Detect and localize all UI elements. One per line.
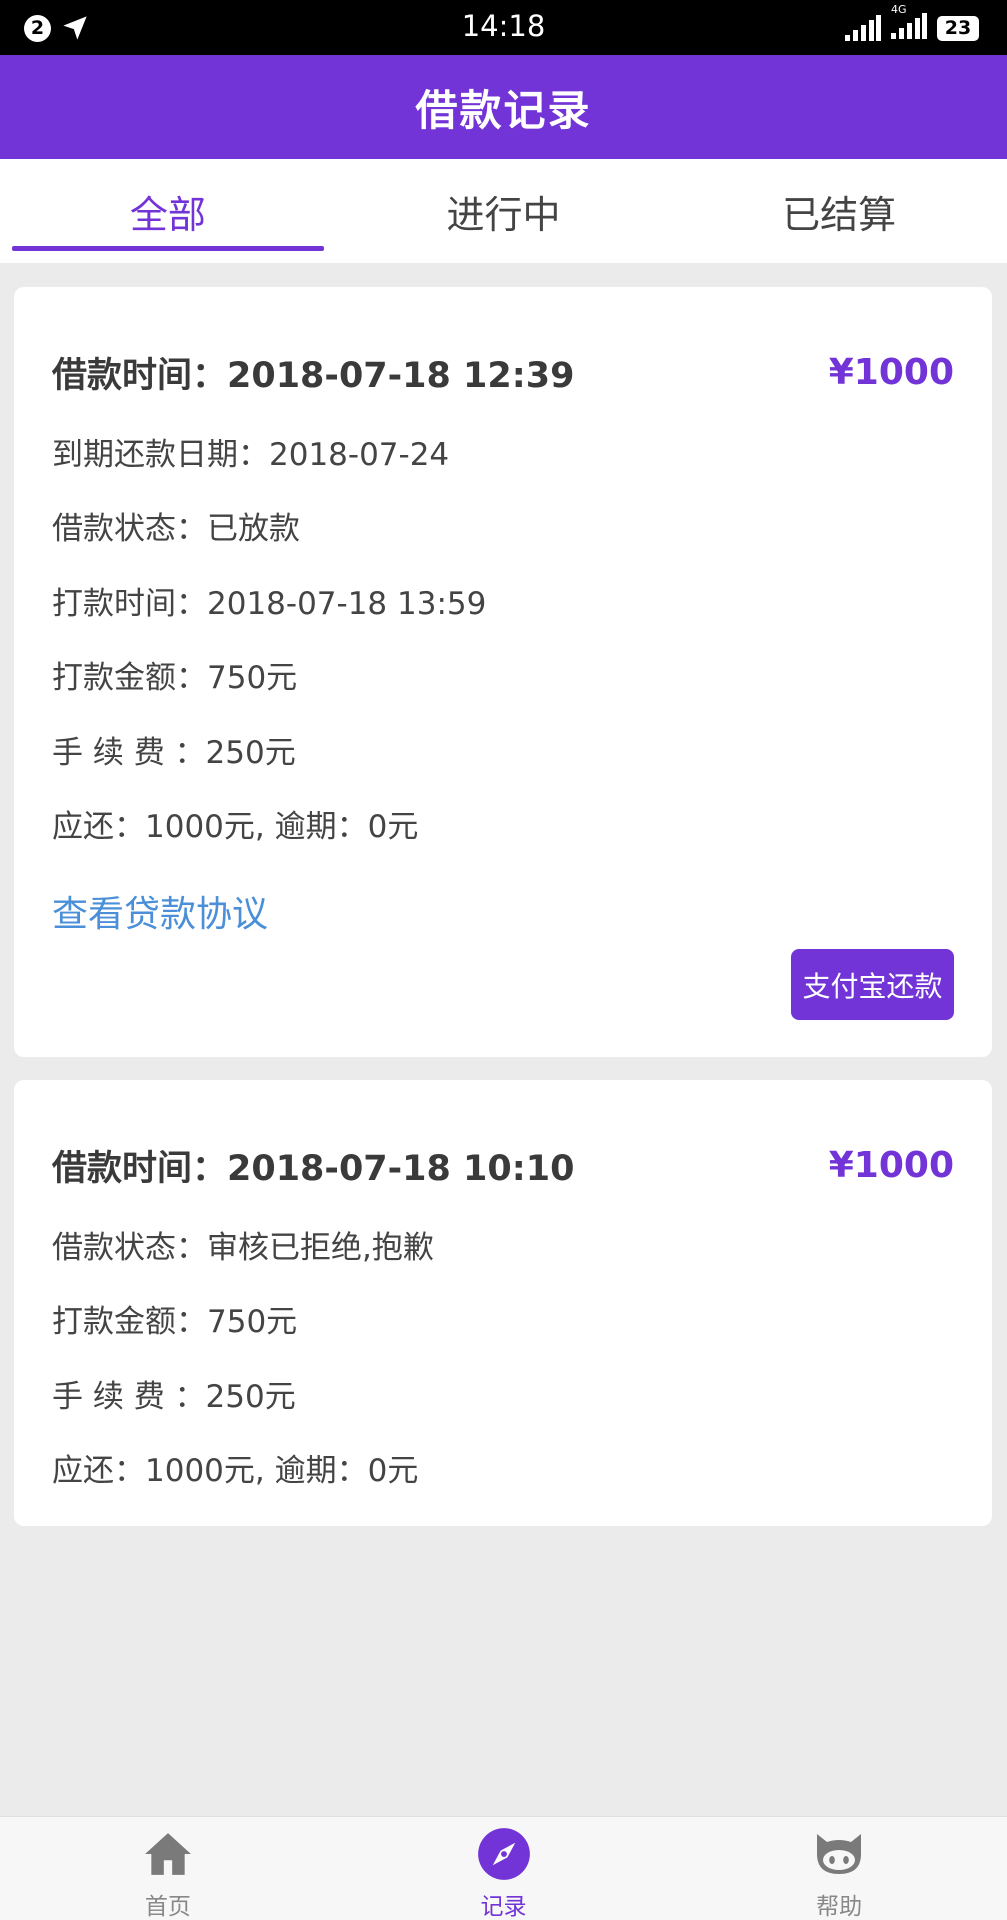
nav-item-home[interactable]: 首页 [0, 1817, 336, 1920]
nav-item-label: 首页 [144, 1894, 191, 1920]
signal-icon [845, 15, 881, 41]
loan-amount: ¥1000 [828, 1145, 954, 1186]
status-bar: 2 14:18 4G 23 [0, 0, 1007, 55]
view-loan-agreement-link[interactable]: 查看贷款协议 [52, 885, 268, 937]
amount-due-row: 应还：1000元, 逾期：0元 [52, 1453, 419, 1489]
tab-in-progress-label: 进行中 [446, 192, 561, 237]
nav-item-label: 帮助 [816, 1894, 863, 1920]
loan-card-header: 借款时间：2018-07-18 12:39 ¥1000 [52, 347, 954, 398]
page-title: 借款记录 [415, 85, 592, 135]
amount-due-row: 应还：1000元, 逾期：0元 [52, 809, 419, 845]
home-icon [140, 1827, 196, 1881]
disbursement-time-row: 打款时间：2018-07-18 13:59 [52, 586, 487, 622]
service-fee-row: 手 续 费 ：250元 [52, 735, 296, 771]
network-type-group: 4G [891, 3, 927, 43]
loan-status-row: 借款状态：审核已拒绝,抱歉 [52, 1230, 434, 1266]
filter-tabs: 全部 进行中 已结算 [0, 159, 1007, 263]
loan-time: 借款时间：2018-07-18 10:10 [52, 1149, 575, 1189]
service-fee-row: 手 续 费 ：250元 [52, 1379, 296, 1415]
battery-indicator: 23 [937, 15, 979, 41]
loan-record-card: 借款时间：2018-07-18 10:10 ¥1000 借款状态：审核已拒绝,抱… [14, 1080, 992, 1526]
loan-record-card: 借款时间：2018-07-18 12:39 ¥1000 到期还款日期：2018-… [14, 287, 992, 1057]
bottom-navigation: 首页 记录 帮助 [0, 1816, 1007, 1920]
signal-4g-icon [891, 13, 927, 39]
due-date-row: 到期还款日期：2018-07-24 [52, 437, 450, 473]
tab-all[interactable]: 全部 [0, 159, 336, 263]
compass-icon [476, 1827, 532, 1881]
nav-item-label: 记录 [480, 1894, 527, 1920]
page: 2 14:18 4G 23 借款记录 全部 进行中 已结算 借款时间：2018-… [0, 0, 1007, 1920]
loan-time: 借款时间：2018-07-18 12:39 [52, 356, 575, 396]
loan-card-header: 借款时间：2018-07-18 10:10 ¥1000 [52, 1140, 954, 1191]
disbursement-amount-row: 打款金额：750元 [52, 660, 298, 696]
github-cat-icon [811, 1827, 867, 1881]
nav-item-records[interactable]: 记录 [336, 1817, 672, 1920]
tab-active-indicator [12, 246, 324, 251]
tab-all-label: 全部 [129, 192, 206, 237]
status-right: 4G 23 [845, 3, 979, 44]
disbursement-amount-row: 打款金额：750元 [52, 1304, 298, 1340]
tab-settled[interactable]: 已结算 [671, 159, 1007, 263]
alipay-repay-button[interactable]: 支付宝还款 [791, 949, 954, 1020]
tab-settled-label: 已结算 [782, 192, 897, 237]
nav-item-help[interactable]: 帮助 [671, 1817, 1007, 1920]
network-type-label: 4G [891, 3, 907, 16]
loan-status-row: 借款状态：已放款 [52, 511, 300, 547]
app-header: 借款记录 [0, 55, 1007, 159]
tab-in-progress[interactable]: 进行中 [336, 159, 672, 263]
loan-amount: ¥1000 [828, 352, 954, 393]
